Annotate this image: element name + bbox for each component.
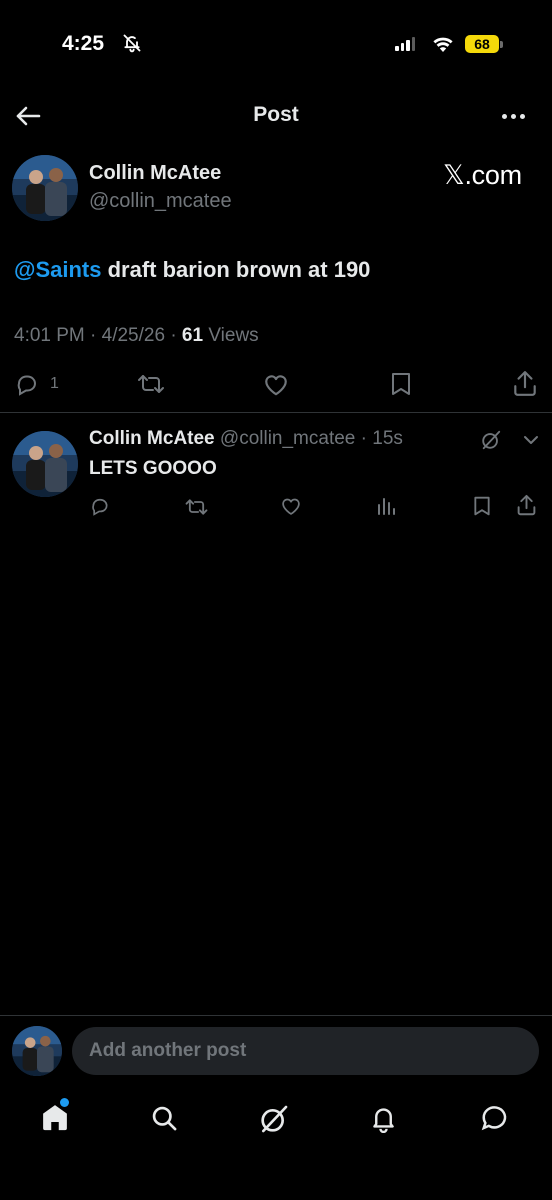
views-icon: [378, 498, 395, 515]
battery-tip: [500, 41, 503, 48]
reply-header: Collin McAtee @collin_mcatee · 15s: [89, 428, 403, 450]
reply-author-name[interactable]: Collin McAtee: [89, 428, 215, 449]
reply-avatar[interactable]: [12, 431, 78, 497]
messages-icon: [481, 1106, 507, 1131]
share-icon: [514, 371, 536, 396]
views-button[interactable]: [376, 496, 396, 516]
reply-menu-button[interactable]: [523, 434, 539, 446]
reply-icon: [17, 375, 36, 396]
reply-author-handle[interactable]: @collin_mcatee: [220, 428, 355, 449]
post-timestamp: 4:01 PM · 4/25/26 ·: [14, 325, 182, 346]
post-body: draft barion brown at 190: [101, 257, 371, 282]
composer-avatar: [12, 1026, 62, 1076]
chevron-down-icon: [524, 436, 538, 444]
cellular-signal-icon: [395, 37, 415, 51]
back-button[interactable]: [14, 103, 42, 129]
grok-icon: [482, 430, 501, 450]
more-icon-dot: [519, 113, 525, 119]
reply-bookmark-button[interactable]: [472, 495, 492, 517]
bookmark-icon: [474, 496, 490, 516]
avatar[interactable]: [12, 155, 78, 221]
reply-button[interactable]: 1: [14, 372, 59, 396]
bookmark-button[interactable]: [389, 371, 413, 397]
views-count: 61: [181, 325, 204, 346]
bookmark-icon: [392, 373, 410, 395]
heart-icon: [265, 375, 287, 396]
page-title: Post: [253, 103, 299, 126]
silent-mode-icon: [122, 33, 142, 58]
share-button[interactable]: [512, 370, 538, 398]
reply-text: LETS GOOOO: [89, 458, 217, 479]
source-badge: 𝕏.com: [443, 160, 522, 190]
search-icon: [152, 1106, 177, 1131]
more-icon-dot: [510, 113, 516, 119]
more-icon-dot: [501, 113, 507, 119]
grok-button[interactable]: [480, 429, 502, 451]
tab-messages[interactable]: [480, 1103, 510, 1138]
add-post-input[interactable]: Add another post: [72, 1027, 539, 1075]
home-notification-dot: [60, 1098, 69, 1107]
divider: [0, 412, 552, 413]
wifi-icon: [431, 34, 455, 57]
reply-like-button[interactable]: [280, 496, 302, 517]
avatar-photo: [12, 1026, 62, 1076]
tab-notifications[interactable]: [369, 1103, 398, 1138]
avatar-photo: [12, 431, 78, 497]
reply-share-button[interactable]: [516, 494, 537, 517]
mention-link[interactable]: @Saints: [14, 257, 101, 282]
reply-reply-button[interactable]: [89, 496, 111, 516]
post-text: @Saints draft barion brown at 190: [14, 257, 370, 283]
more-button[interactable]: [496, 108, 530, 124]
repost-icon: [185, 499, 208, 515]
divider: [0, 1015, 552, 1016]
share-icon: [517, 494, 536, 516]
arrow-left-icon: [16, 106, 41, 126]
author-handle[interactable]: @collin_mcatee: [89, 190, 232, 213]
post-meta: 4:01 PM · 4/25/26 · 61 Views: [14, 325, 259, 347]
status-time: 4:25: [62, 32, 105, 55]
author-name[interactable]: Collin McAtee: [89, 162, 221, 185]
tab-search[interactable]: [150, 1104, 178, 1137]
grok-icon: [261, 1105, 288, 1133]
views-label: Views: [203, 325, 259, 346]
battery-level: 68: [465, 35, 499, 53]
repost-icon: [138, 375, 164, 393]
reply-icon: [92, 498, 108, 516]
tab-grok[interactable]: [258, 1103, 290, 1140]
heart-icon: [282, 498, 300, 515]
like-button[interactable]: [262, 372, 290, 398]
reply-repost-button[interactable]: [184, 497, 209, 517]
repost-button[interactable]: [136, 372, 166, 396]
avatar-photo: [12, 155, 78, 221]
add-post-placeholder: Add another post: [89, 1040, 247, 1061]
reply-time: · 15s: [355, 428, 403, 449]
tab-home[interactable]: [40, 1102, 70, 1137]
notifications-icon: [373, 1108, 394, 1134]
reply-count: 1: [50, 375, 59, 392]
